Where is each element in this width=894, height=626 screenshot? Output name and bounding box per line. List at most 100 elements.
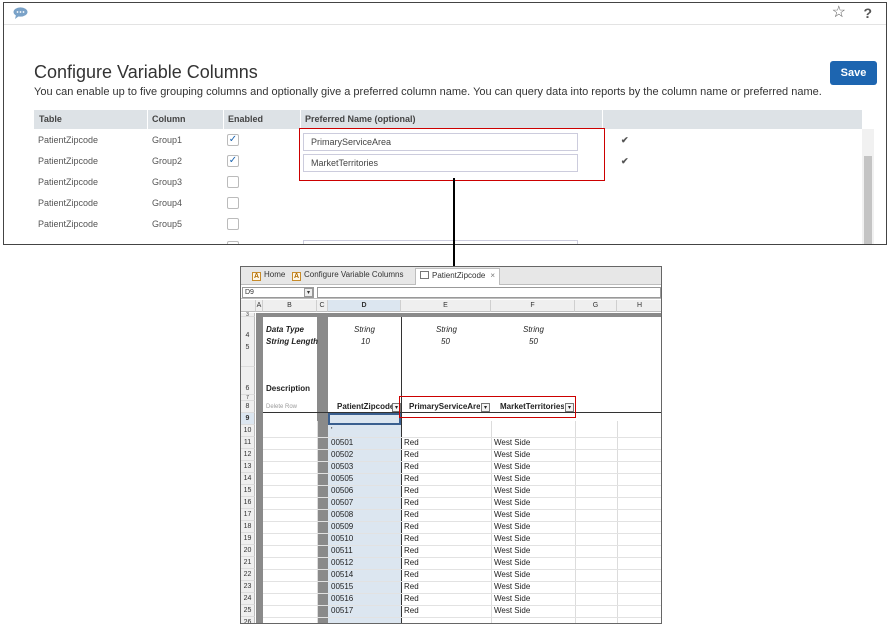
cell-territory[interactable]: West Side	[494, 546, 530, 555]
tab-home[interactable]: A Home	[252, 270, 285, 281]
enabled-checkbox[interactable]	[227, 241, 239, 244]
preferred-name-input[interactable]	[303, 240, 578, 244]
col-header-f[interactable]: F	[491, 300, 575, 312]
cell-zipcode[interactable]: 00501	[331, 438, 353, 447]
row-header[interactable]: 45	[241, 317, 255, 367]
row-header[interactable]: 16	[241, 497, 255, 509]
col-header-d[interactable]: D	[328, 300, 401, 312]
tab-patientzipcode[interactable]: PatientZipcode ×	[415, 268, 501, 285]
select-all-corner[interactable]	[241, 300, 256, 312]
cell-d10[interactable]: '	[331, 426, 333, 435]
row-header[interactable]: 12	[241, 449, 255, 461]
cell-zipcode[interactable]: 00515	[331, 582, 353, 591]
cell-zipcode[interactable]: 00506	[331, 486, 353, 495]
cell-zipcode[interactable]: 00509	[331, 522, 353, 531]
enabled-checkbox[interactable]	[227, 176, 239, 188]
cell-territory[interactable]: West Side	[494, 606, 530, 615]
row-header[interactable]: 14	[241, 473, 255, 485]
col-header-c[interactable]: C	[317, 300, 328, 312]
row-header[interactable]: 17	[241, 509, 255, 521]
row-header[interactable]: 11	[241, 437, 255, 449]
cell-service-area[interactable]: Red	[404, 558, 419, 567]
cell-service-area[interactable]: Red	[404, 438, 419, 447]
cell-territory[interactable]: West Side	[494, 474, 530, 483]
cell-service-area[interactable]: Red	[404, 486, 419, 495]
cell-zipcode[interactable]: 00516	[331, 594, 353, 603]
tab-configure-variable-columns[interactable]: A Configure Variable Columns	[292, 270, 403, 281]
enabled-checkbox[interactable]: ✓	[227, 134, 239, 146]
cell-territory[interactable]: West Side	[494, 522, 530, 531]
cell-service-area[interactable]: Red	[404, 474, 419, 483]
cell-service-area[interactable]: Red	[404, 462, 419, 471]
cell-territory[interactable]: West Side	[494, 594, 530, 603]
close-icon[interactable]: ×	[490, 271, 495, 280]
cell-territory[interactable]: West Side	[494, 486, 530, 495]
cell-zipcode[interactable]: 00517	[331, 606, 353, 615]
cell-territory[interactable]: West Side	[494, 438, 530, 447]
table-header: Table Column Enabled Preferred Name (opt…	[34, 110, 862, 129]
cell-zipcode[interactable]: 00508	[331, 510, 353, 519]
cell-service-area[interactable]: Red	[404, 534, 419, 543]
cell-service-area[interactable]: Red	[404, 450, 419, 459]
chat-icon[interactable]	[13, 7, 28, 19]
row-header[interactable]: 13	[241, 461, 255, 473]
col-header-a[interactable]: A	[256, 300, 263, 312]
row-header[interactable]: 20	[241, 545, 255, 557]
row-header[interactable]: 26	[241, 617, 255, 623]
cell-service-area[interactable]: Red	[404, 510, 419, 519]
chevron-down-icon[interactable]: ▾	[304, 288, 313, 297]
row-header[interactable]: 8	[241, 401, 255, 413]
row-header[interactable]: 19	[241, 533, 255, 545]
scrollbar-thumb[interactable]	[864, 156, 872, 244]
save-button[interactable]: Save	[830, 61, 877, 85]
cell-territory[interactable]: West Side	[494, 570, 530, 579]
cell-service-area[interactable]: Red	[404, 570, 419, 579]
cell-service-area[interactable]: Red	[404, 522, 419, 531]
string-length-label: String Length	[266, 337, 318, 346]
row-header[interactable]: 15	[241, 485, 255, 497]
cell-zipcode[interactable]: 00514	[331, 570, 353, 579]
cell-service-area[interactable]: Red	[404, 546, 419, 555]
page-description: You can enable up to five grouping colum…	[34, 86, 822, 98]
cell-territory[interactable]: West Side	[494, 498, 530, 507]
star-icon[interactable]: ☆	[832, 5, 846, 21]
column-cell: Group1	[152, 135, 183, 145]
row-header[interactable]: 24	[241, 593, 255, 605]
cell-service-area[interactable]: Red	[404, 582, 419, 591]
col-header-h[interactable]: H	[617, 300, 661, 312]
cell-territory[interactable]: West Side	[494, 462, 530, 471]
cell-zipcode[interactable]: 00507	[331, 498, 353, 507]
cell-zipcode[interactable]: 00510	[331, 534, 353, 543]
help-icon[interactable]: ?	[863, 5, 872, 21]
row-header[interactable]: 21	[241, 557, 255, 569]
row-header[interactable]: 6	[241, 367, 255, 395]
cell-zipcode[interactable]: 00512	[331, 558, 353, 567]
row-header[interactable]: 10	[241, 425, 255, 437]
cell-service-area[interactable]: Red	[404, 594, 419, 603]
cell-zipcode[interactable]: 00502	[331, 450, 353, 459]
col-header-b[interactable]: B	[263, 300, 317, 312]
delete-row-link[interactable]: Delete Row	[266, 404, 297, 410]
row-header[interactable]: 23	[241, 581, 255, 593]
selected-cell-d9[interactable]	[328, 413, 401, 425]
cell-zipcode[interactable]: 00511	[331, 546, 353, 555]
col-header-e[interactable]: E	[401, 300, 491, 312]
cell-service-area[interactable]: Red	[404, 498, 419, 507]
row-header[interactable]: 25	[241, 605, 255, 617]
col-header-g[interactable]: G	[575, 300, 617, 312]
cell-territory[interactable]: West Side	[494, 450, 530, 459]
row-header[interactable]: 18	[241, 521, 255, 533]
enabled-checkbox[interactable]: ✓	[227, 155, 239, 167]
cell-territory[interactable]: West Side	[494, 582, 530, 591]
cell-zipcode[interactable]: 00505	[331, 474, 353, 483]
row-header[interactable]: 22	[241, 569, 255, 581]
cell-zipcode[interactable]: 00503	[331, 462, 353, 471]
formula-input[interactable]	[317, 287, 661, 298]
enabled-checkbox[interactable]	[227, 218, 239, 230]
cell-service-area[interactable]: Red	[404, 606, 419, 615]
cell-territory[interactable]: West Side	[494, 510, 530, 519]
cell-territory[interactable]: West Side	[494, 534, 530, 543]
enabled-checkbox[interactable]	[227, 197, 239, 209]
row-header[interactable]: 9	[241, 413, 255, 425]
cell-territory[interactable]: West Side	[494, 558, 530, 567]
